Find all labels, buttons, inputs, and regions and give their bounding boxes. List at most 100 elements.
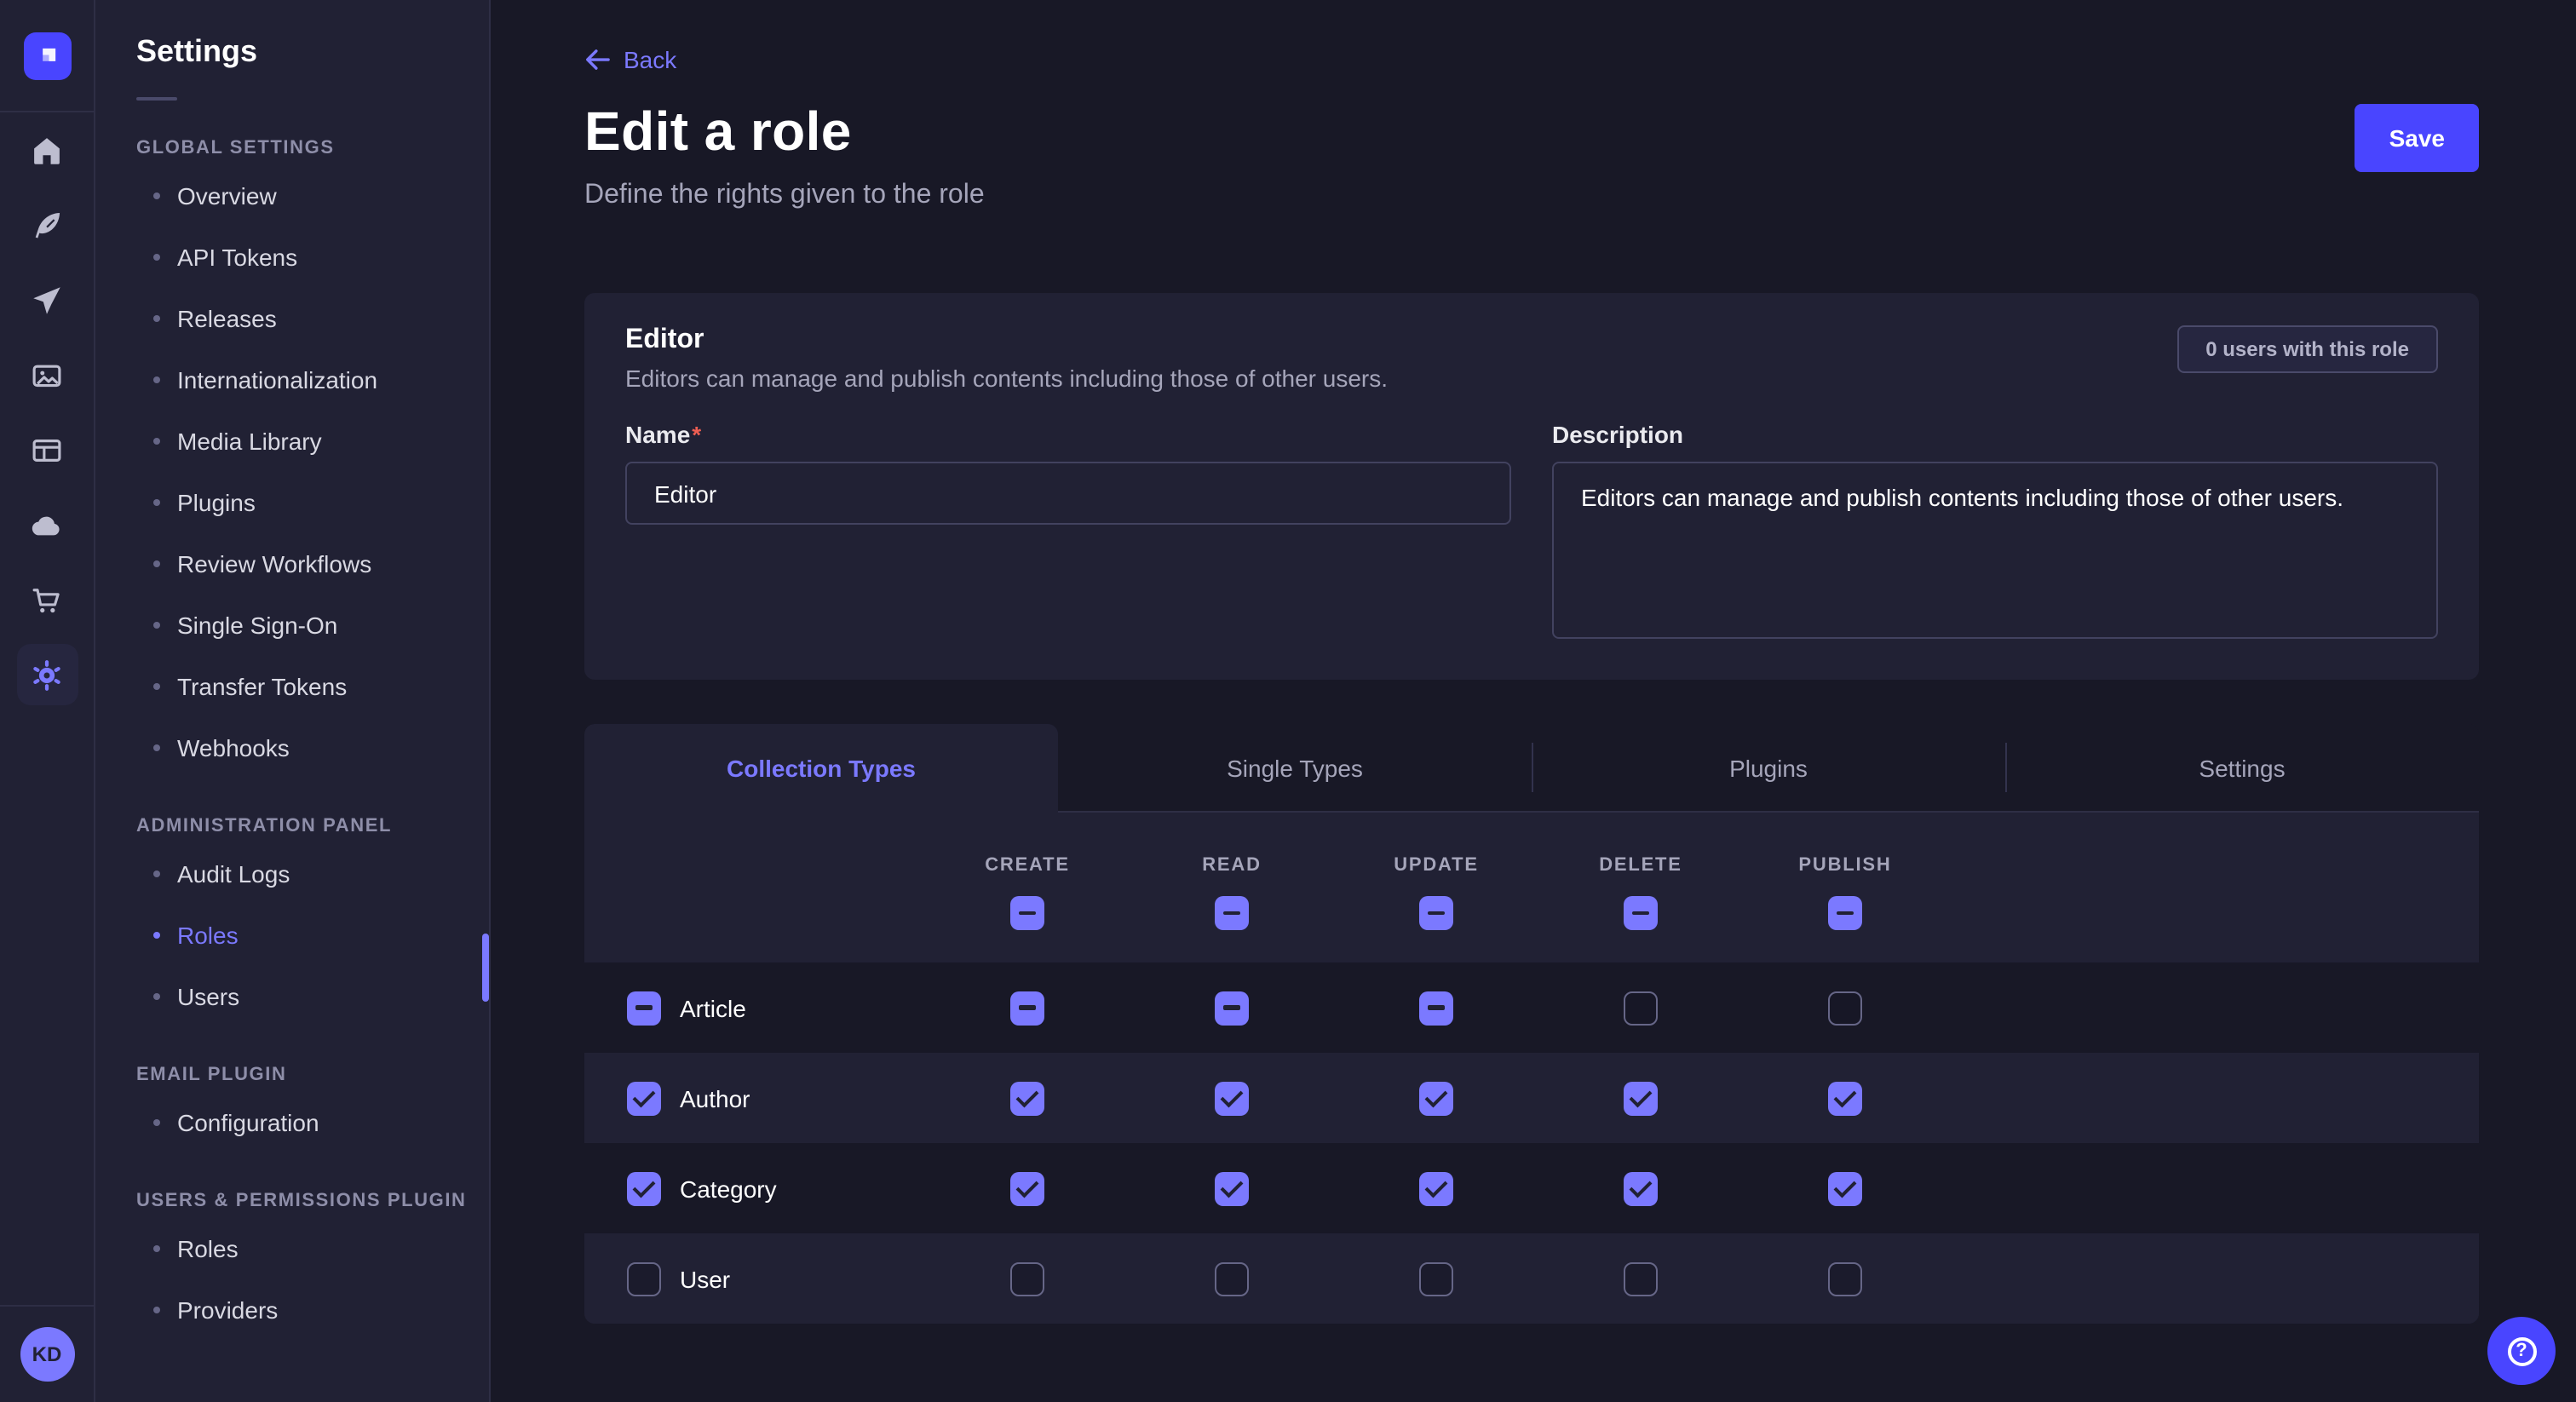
sidebar-section-label: GLOBAL SETTINGS	[136, 138, 489, 158]
rail-icon-feather[interactable]	[16, 194, 78, 256]
row-name-cell: Category	[584, 1171, 925, 1205]
content-type-name: Article	[680, 994, 746, 1021]
tab-collection-types[interactable]: Collection Types	[584, 724, 1058, 813]
permission-cell	[1743, 1081, 1947, 1115]
user-update-checkbox-unchecked[interactable]	[1419, 1261, 1453, 1296]
sidebar-item-plugins[interactable]: Plugins	[136, 472, 489, 533]
user-publish-checkbox-unchecked[interactable]	[1828, 1261, 1862, 1296]
category-publish-checkbox-checked[interactable]	[1828, 1171, 1862, 1205]
article-delete-checkbox-unchecked[interactable]	[1624, 991, 1658, 1025]
author-row-checkbox-checked[interactable]	[627, 1081, 661, 1115]
user-read-checkbox-unchecked[interactable]	[1215, 1261, 1249, 1296]
category-update-checkbox-checked[interactable]	[1419, 1171, 1453, 1205]
back-label: Back	[624, 46, 676, 73]
permissions-tablist: Collection TypesSingle TypesPluginsSetti…	[584, 724, 2479, 813]
rail-icon-paper-plane[interactable]	[16, 269, 78, 330]
users-with-role-badge[interactable]: 0 users with this role	[2176, 325, 2438, 373]
bullet-dot-icon	[153, 376, 160, 383]
user-row-checkbox-unchecked[interactable]	[627, 1261, 661, 1296]
bullet-dot-icon	[153, 683, 160, 690]
bullet-dot-icon	[153, 254, 160, 261]
name-field-label: Name*	[625, 421, 701, 448]
permission-cell	[925, 1081, 1130, 1115]
article-create-checkbox-indeterminate[interactable]	[1010, 991, 1044, 1025]
help-button[interactable]: ?	[2487, 1317, 2556, 1385]
role-name-heading: Editor	[625, 325, 1388, 356]
header-column-create: CREATE	[925, 855, 1130, 930]
sidebar-item-label: Media Library	[177, 428, 322, 455]
row-name-cell: Author	[584, 1081, 925, 1115]
sidebar-item-internationalization[interactable]: Internationalization	[136, 349, 489, 411]
article-update-checkbox-indeterminate[interactable]	[1419, 991, 1453, 1025]
sidebar-item-media-library[interactable]: Media Library	[136, 411, 489, 472]
bullet-dot-icon	[153, 560, 160, 567]
category-row-checkbox-checked[interactable]	[627, 1171, 661, 1205]
bullet-dot-icon	[153, 993, 160, 1000]
permissions-table-body: Article Author Category User	[584, 962, 2479, 1324]
tab-settings[interactable]: Settings	[2005, 724, 2479, 811]
author-read-checkbox-checked[interactable]	[1215, 1081, 1249, 1115]
sidebar-item-roles[interactable]: Roles	[136, 1218, 489, 1279]
media-icon	[29, 357, 65, 393]
rail-icon-cloud[interactable]	[16, 494, 78, 555]
select-all-create-checkbox-indeterminate[interactable]	[1010, 896, 1044, 930]
back-link[interactable]: Back	[584, 46, 676, 73]
sidebar-item-audit-logs[interactable]: Audit Logs	[136, 843, 489, 905]
rail-icon-media[interactable]	[16, 344, 78, 405]
rail-icon-layout[interactable]	[16, 419, 78, 480]
permissions-table-header: CREATEREADUPDATEDELETEPUBLISH	[584, 813, 2479, 962]
rail-user-section: KD	[0, 1305, 94, 1402]
article-read-checkbox-indeterminate[interactable]	[1215, 991, 1249, 1025]
author-delete-checkbox-checked[interactable]	[1624, 1081, 1658, 1115]
article-row-checkbox-indeterminate[interactable]	[627, 991, 661, 1025]
permission-cell	[1334, 1081, 1538, 1115]
select-all-publish-checkbox-indeterminate[interactable]	[1828, 896, 1862, 930]
sidebar-item-review-workflows[interactable]: Review Workflows	[136, 533, 489, 595]
sidebar-item-label: Providers	[177, 1296, 278, 1324]
page-title: Edit a role	[584, 101, 985, 164]
sidebar-item-roles[interactable]: Roles	[136, 905, 489, 966]
save-button[interactable]: Save	[2355, 104, 2479, 172]
cart-icon	[29, 582, 65, 618]
description-textarea[interactable]: Editors can manage and publish contents …	[1552, 462, 2438, 639]
category-read-checkbox-checked[interactable]	[1215, 1171, 1249, 1205]
sidebar-item-label: Review Workflows	[177, 550, 371, 577]
permission-cell	[1334, 991, 1538, 1025]
permission-row-user: User	[584, 1233, 2479, 1324]
sidebar-item-label: Configuration	[177, 1109, 319, 1136]
tab-single-types[interactable]: Single Types	[1058, 724, 1532, 811]
sidebar-item-transfer-tokens[interactable]: Transfer Tokens	[136, 656, 489, 717]
category-create-checkbox-checked[interactable]	[1010, 1171, 1044, 1205]
select-all-delete-checkbox-indeterminate[interactable]	[1624, 896, 1658, 930]
select-all-read-checkbox-indeterminate[interactable]	[1215, 896, 1249, 930]
user-delete-checkbox-unchecked[interactable]	[1624, 1261, 1658, 1296]
sidebar-item-webhooks[interactable]: Webhooks	[136, 717, 489, 779]
permission-cell	[1334, 1171, 1538, 1205]
user-avatar[interactable]: KD	[20, 1327, 74, 1382]
rail-icon-home[interactable]	[16, 119, 78, 181]
permission-cell	[1743, 1261, 1947, 1296]
article-publish-checkbox-unchecked[interactable]	[1828, 991, 1862, 1025]
sidebar-scroll-indicator[interactable]	[482, 934, 489, 1002]
sidebar-item-configuration[interactable]: Configuration	[136, 1092, 489, 1153]
author-publish-checkbox-checked[interactable]	[1828, 1081, 1862, 1115]
author-create-checkbox-checked[interactable]	[1010, 1081, 1044, 1115]
category-delete-checkbox-checked[interactable]	[1624, 1171, 1658, 1205]
strapi-logo[interactable]	[23, 32, 71, 79]
sidebar-item-api-tokens[interactable]: API Tokens	[136, 227, 489, 288]
sidebar-section-list: OverviewAPI TokensReleasesInternationali…	[136, 165, 489, 779]
tab-plugins[interactable]: Plugins	[1532, 724, 2005, 811]
rail-icon-settings[interactable]	[16, 644, 78, 705]
sidebar-item-single-sign-on[interactable]: Single Sign-On	[136, 595, 489, 656]
description-field-group: Description Editors can manage and publi…	[1552, 421, 2438, 639]
select-all-update-checkbox-indeterminate[interactable]	[1419, 896, 1453, 930]
rail-icon-cart[interactable]	[16, 569, 78, 630]
user-create-checkbox-unchecked[interactable]	[1010, 1261, 1044, 1296]
sidebar-item-overview[interactable]: Overview	[136, 165, 489, 227]
sidebar-item-users[interactable]: Users	[136, 966, 489, 1027]
page-subtitle: Define the rights given to the role	[584, 181, 985, 211]
sidebar-item-releases[interactable]: Releases	[136, 288, 489, 349]
name-input[interactable]: Editor	[625, 462, 1511, 525]
sidebar-item-providers[interactable]: Providers	[136, 1279, 489, 1341]
author-update-checkbox-checked[interactable]	[1419, 1081, 1453, 1115]
